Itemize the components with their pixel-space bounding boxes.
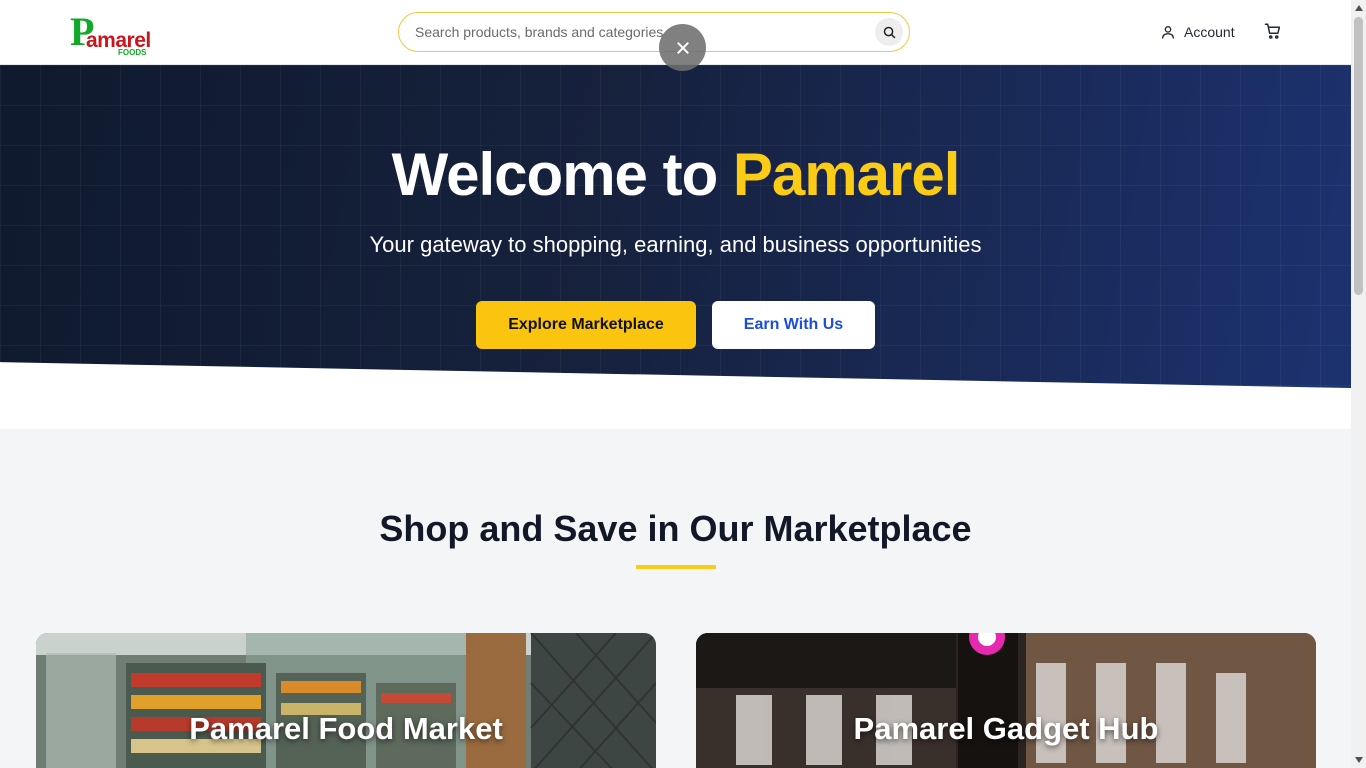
logo-sub: FOODS [118,48,147,57]
hero-title: Welcome to Pamarel [0,143,1351,207]
scrollbar-thumb[interactable] [1354,17,1363,295]
search-input[interactable] [415,13,855,51]
section-title-underline [636,565,716,569]
gadget-hub-title: Pamarel Gadget Hub [853,711,1159,746]
search-icon [883,26,895,38]
hero-subtitle: Your gateway to shopping, earning, and b… [369,232,982,257]
cart-button[interactable] [1264,22,1284,42]
explore-marketplace-button[interactable]: Explore Marketplace [476,301,696,349]
close-button[interactable] [659,24,706,71]
account-link[interactable]: Account [1160,20,1235,44]
scroll-up-arrow[interactable] [1354,3,1363,13]
hero-title-prefix: Welcome to [391,141,733,208]
gadget-hub-image [696,633,1316,768]
food-market-image [36,633,656,768]
food-market-card[interactable]: Pamarel Food Market [36,633,656,768]
account-label: Account [1184,24,1235,40]
search-button[interactable] [875,18,903,46]
food-market-title: Pamarel Food Market [189,711,503,746]
earn-with-us-button[interactable]: Earn With Us [712,301,875,349]
triangle-up-icon [1354,5,1363,11]
page-scrollbar[interactable] [1351,0,1366,768]
close-icon [676,41,689,54]
brand-logo[interactable]: P amarel FOODS [70,12,154,58]
marketplace-section-title: Shop and Save in Our Marketplace [379,508,972,549]
gadget-hub-card[interactable]: Pamarel Gadget Hub [696,633,1316,768]
user-icon [1162,26,1174,39]
hero-banner: Welcome to Pamarel Your gateway to shopp… [0,65,1351,388]
search-bar [398,12,910,52]
hero-title-highlight: Pamarel [732,141,960,208]
cart-icon [1264,23,1281,39]
triangle-down-icon [1354,757,1363,763]
scroll-down-arrow[interactable] [1354,755,1363,765]
